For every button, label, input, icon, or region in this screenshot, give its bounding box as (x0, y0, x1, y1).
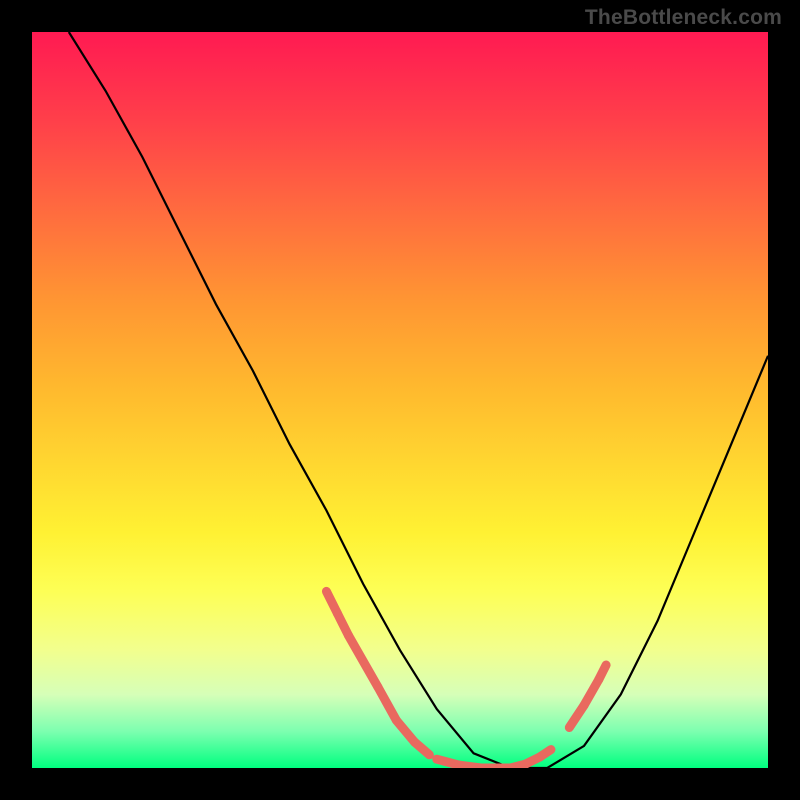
main-curve (69, 32, 768, 768)
curve-svg (32, 32, 768, 768)
plot-area (32, 32, 768, 768)
watermark-label: TheBottleneck.com (585, 6, 782, 30)
highlight-dashes (326, 591, 606, 768)
chart-frame: TheBottleneck.com (0, 0, 800, 800)
